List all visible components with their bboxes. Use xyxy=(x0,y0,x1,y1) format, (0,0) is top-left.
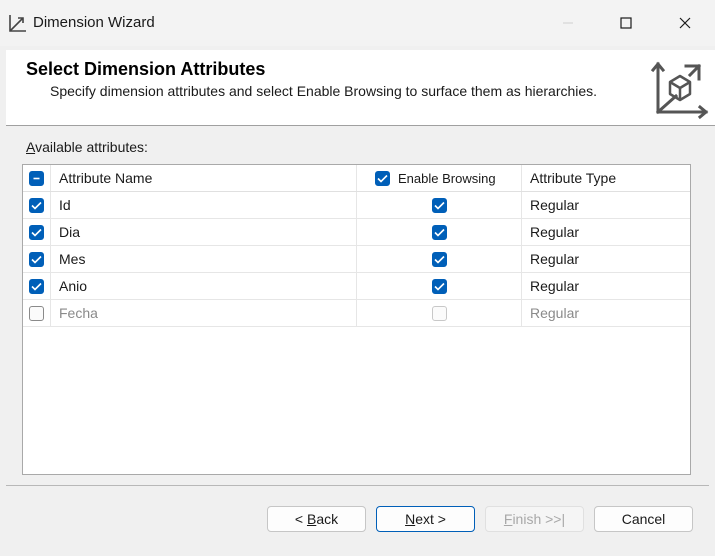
attribute-name: Fecha xyxy=(59,305,98,321)
enable-browsing-all-checkbox[interactable] xyxy=(375,170,390,186)
select-all-checkbox[interactable] xyxy=(29,170,44,186)
back-button-label: < Back xyxy=(294,511,339,527)
row-select-checkbox[interactable] xyxy=(29,224,44,240)
enable-browsing-checkbox[interactable] xyxy=(431,251,447,267)
attribute-type-cell[interactable]: Regular xyxy=(522,219,690,245)
attribute-type: Regular xyxy=(530,197,580,213)
attribute-name-cell[interactable]: Anio xyxy=(51,273,357,299)
maximize-icon xyxy=(620,17,632,29)
checkmark-icon xyxy=(31,228,42,237)
checkmark-icon xyxy=(433,201,445,210)
finish-button: Finish >>| xyxy=(485,506,584,532)
column-header-type[interactable]: Attribute Type xyxy=(522,165,690,191)
attribute-type-cell[interactable]: Regular xyxy=(522,192,690,218)
minimize-button[interactable] xyxy=(545,0,591,46)
next-button[interactable]: Next > xyxy=(376,506,475,532)
row-select-checkbox[interactable] xyxy=(29,305,44,321)
attribute-name-cell[interactable]: Id xyxy=(51,192,357,218)
cancel-button-label: Cancel xyxy=(621,511,666,527)
attribute-name: Dia xyxy=(59,224,81,240)
enable-browsing-cell xyxy=(357,192,522,218)
checkmark-icon xyxy=(433,282,445,291)
row-select-cell xyxy=(23,246,51,272)
enable-browsing-checkbox[interactable] xyxy=(431,224,447,240)
row-select-checkbox[interactable] xyxy=(29,278,44,294)
enable-browsing-cell xyxy=(357,300,522,326)
window-title: Dimension Wizard xyxy=(33,14,155,31)
attribute-type: Regular xyxy=(530,251,580,267)
row-select-cell xyxy=(23,219,51,245)
attribute-name-cell[interactable]: Mes xyxy=(51,246,357,272)
row-select-cell xyxy=(23,273,51,299)
table-row[interactable]: Anio Regular xyxy=(23,273,690,300)
row-select-cell xyxy=(23,300,51,326)
attribute-type: Regular xyxy=(530,224,580,240)
column-header-name-label: Attribute Name xyxy=(59,170,153,186)
row-select-checkbox[interactable] xyxy=(29,251,44,267)
header-select-cell xyxy=(23,165,51,191)
title-bar: Dimension Wizard xyxy=(0,0,715,46)
cancel-button[interactable]: Cancel xyxy=(594,506,693,532)
attribute-type-cell[interactable]: Regular xyxy=(522,246,690,272)
attribute-type: Regular xyxy=(530,305,580,321)
enable-browsing-cell xyxy=(357,219,522,245)
close-icon xyxy=(679,17,691,29)
next-button-label: Next > xyxy=(405,511,446,527)
column-header-type-label: Attribute Type xyxy=(530,170,617,186)
attribute-type-cell: Regular xyxy=(522,300,690,326)
dimension-cube-icon xyxy=(650,61,709,120)
checkmark-icon xyxy=(433,228,445,237)
grid-header: Attribute Name Enable Browsing Attribute… xyxy=(23,165,690,192)
attribute-name: Anio xyxy=(59,278,88,294)
attributes-grid: Attribute Name Enable Browsing Attribute… xyxy=(22,164,691,475)
table-row[interactable]: Mes Regular xyxy=(23,246,690,273)
attribute-name-cell[interactable]: Dia xyxy=(51,219,357,245)
table-row[interactable]: Fecha Regular xyxy=(23,300,690,327)
back-button[interactable]: < Back xyxy=(267,506,366,532)
column-header-enable-browsing[interactable]: Enable Browsing xyxy=(357,165,522,191)
column-header-enable-browsing-label: Enable Browsing xyxy=(398,170,496,186)
wizard-header: Select Dimension Attributes Specify dime… xyxy=(6,50,715,126)
dimension-wizard-app-icon xyxy=(9,15,26,32)
close-button[interactable] xyxy=(662,0,708,46)
attribute-type-cell[interactable]: Regular xyxy=(522,273,690,299)
maximize-button[interactable] xyxy=(603,0,649,46)
checkmark-icon xyxy=(377,174,388,183)
finish-button-label: Finish >>| xyxy=(503,511,566,527)
checkmark-icon xyxy=(433,255,445,264)
page-subtitle: Specify dimension attributes and select … xyxy=(50,83,598,99)
table-row[interactable]: Id Regular xyxy=(23,192,690,219)
enable-browsing-checkbox[interactable] xyxy=(431,197,447,213)
enable-browsing-checkbox xyxy=(431,305,447,321)
row-select-checkbox[interactable] xyxy=(29,197,44,213)
attribute-name: Mes xyxy=(59,251,86,267)
enable-browsing-cell xyxy=(357,246,522,272)
checkmark-icon xyxy=(31,282,42,291)
attribute-type: Regular xyxy=(530,278,580,294)
page-title: Select Dimension Attributes xyxy=(26,59,266,79)
enable-browsing-checkbox[interactable] xyxy=(431,278,447,294)
footer-separator xyxy=(6,485,709,486)
checkmark-icon xyxy=(31,201,42,210)
checkmark-icon xyxy=(31,255,42,264)
column-header-name[interactable]: Attribute Name xyxy=(51,165,357,191)
row-select-cell xyxy=(23,192,51,218)
enable-browsing-cell xyxy=(357,273,522,299)
indeterminate-icon xyxy=(33,177,40,179)
attribute-name-cell[interactable]: Fecha xyxy=(51,300,357,326)
table-row[interactable]: Dia Regular xyxy=(23,219,690,246)
available-attributes-label: Available attributes: xyxy=(26,139,148,155)
attribute-name: Id xyxy=(59,197,71,213)
minimize-icon xyxy=(563,22,573,24)
